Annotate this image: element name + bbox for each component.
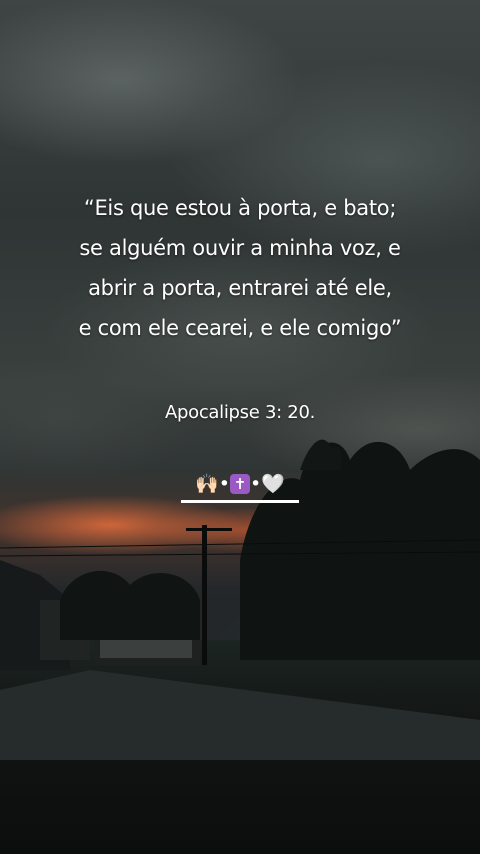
street-silhouette (0, 439, 480, 760)
quote-line: abrir a porta, entrarei até ele, (88, 276, 392, 300)
story-background: “Eis que estou à porta, e bato; se algué… (0, 0, 480, 854)
quote-line: “Eis que estou à porta, e bato; (83, 196, 397, 220)
quote-line: e com ele cearei, e ele comigo” (78, 316, 402, 340)
emoji-underline (181, 500, 299, 503)
bible-quote: “Eis que estou à porta, e bato; se algué… (40, 188, 440, 348)
quote-line: se alguém ouvir a minha voz, e (79, 236, 401, 260)
latin-cross-icon: ✝ (230, 473, 250, 494)
emoji-row: 🙌🏻• ✝ •🤍 (0, 469, 480, 498)
raising-hands-icon: 🙌🏻 (195, 472, 219, 495)
verse-reference: Apocalipse 3: 20. (164, 402, 316, 423)
white-heart-icon: 🤍 (261, 472, 285, 495)
bullet-dot: • (250, 472, 262, 495)
bullet-dot: • (218, 472, 230, 495)
